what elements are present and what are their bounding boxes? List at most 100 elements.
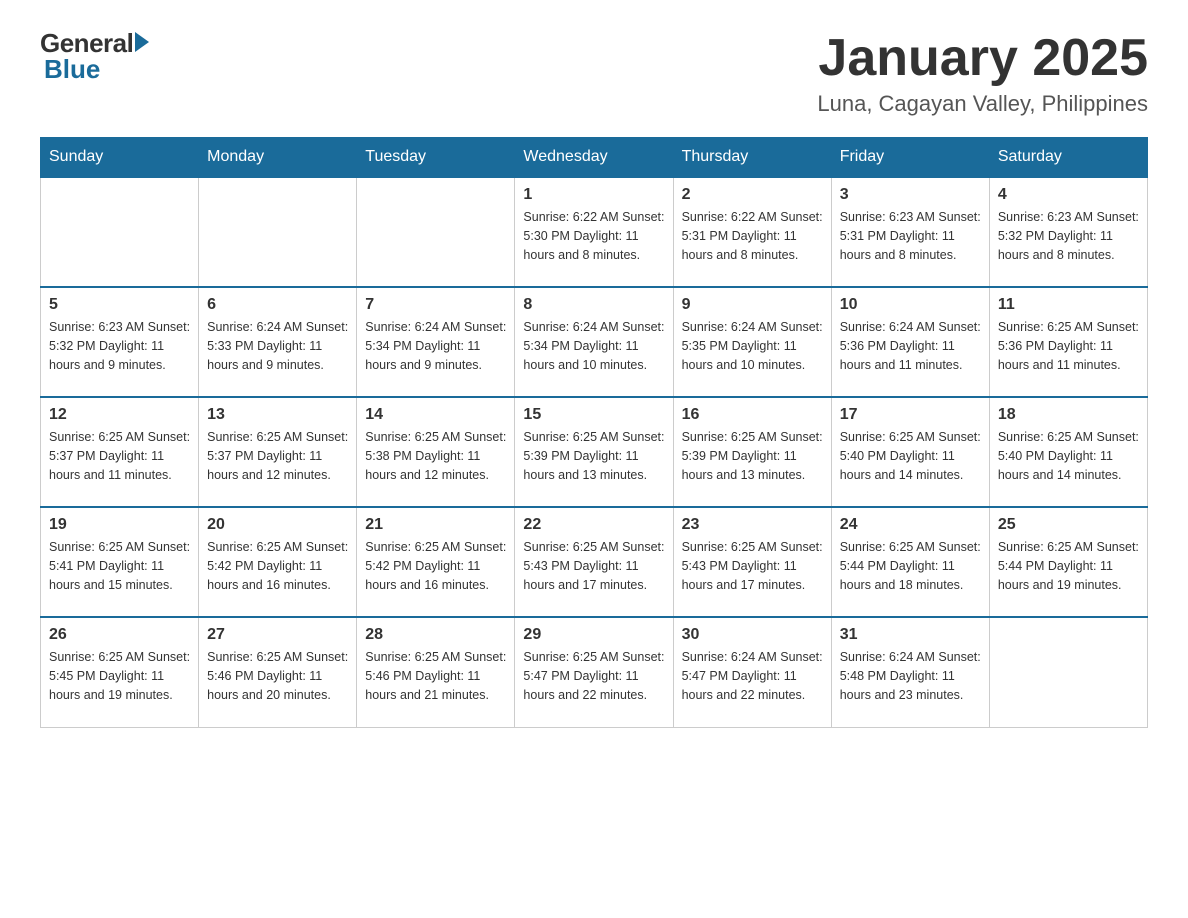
calendar-day-cell xyxy=(199,177,357,287)
calendar-day-cell: 24 Sunrise: 6:25 AM Sunset: 5:44 PM Dayli… xyxy=(831,507,989,617)
day-info: Sunrise: 6:24 AM Sunset: 5:47 PM Dayligh… xyxy=(682,648,823,704)
day-info: Sunrise: 6:24 AM Sunset: 5:36 PM Dayligh… xyxy=(840,318,981,374)
day-number: 14 xyxy=(365,406,506,424)
calendar-day-cell: 13 Sunrise: 6:25 AM Sunset: 5:37 PM Dayli… xyxy=(199,397,357,507)
calendar-day-cell xyxy=(41,177,199,287)
calendar-day-cell: 16 Sunrise: 6:25 AM Sunset: 5:39 PM Dayli… xyxy=(673,397,831,507)
calendar-day-cell: 1 Sunrise: 6:22 AM Sunset: 5:30 PM Daylig… xyxy=(515,177,673,287)
day-number: 8 xyxy=(523,296,664,314)
calendar-day-cell: 23 Sunrise: 6:25 AM Sunset: 5:43 PM Dayli… xyxy=(673,507,831,617)
calendar-day-cell: 4Sunrise: 6:23 AM Sunset: 5:32 PM Daylig… xyxy=(989,177,1147,287)
logo-triangle-icon xyxy=(135,32,149,52)
day-info: Sunrise: 6:24 AM Sunset: 5:34 PM Dayligh… xyxy=(523,318,664,374)
day-info: Sunrise: 6:25 AM Sunset: 5:41 PM Dayligh… xyxy=(49,538,190,594)
day-info: Sunrise: 6:25 AM Sunset: 5:43 PM Dayligh… xyxy=(523,538,664,594)
day-of-week-header: Sunday xyxy=(41,138,199,178)
day-number: 25 xyxy=(998,516,1139,534)
day-info: Sunrise: 6:25 AM Sunset: 5:40 PM Dayligh… xyxy=(840,428,981,484)
day-number: 7 xyxy=(365,296,506,314)
day-info: Sunrise: 6:25 AM Sunset: 5:43 PM Dayligh… xyxy=(682,538,823,594)
calendar-day-cell: 15 Sunrise: 6:25 AM Sunset: 5:39 PM Dayli… xyxy=(515,397,673,507)
calendar-day-cell: 2Sunrise: 6:22 AM Sunset: 5:31 PM Daylig… xyxy=(673,177,831,287)
day-info: Sunrise: 6:24 AM Sunset: 5:33 PM Dayligh… xyxy=(207,318,348,374)
day-info: Sunrise: 6:25 AM Sunset: 5:44 PM Dayligh… xyxy=(840,538,981,594)
day-of-week-header: Tuesday xyxy=(357,138,515,178)
calendar-day-cell: 10 Sunrise: 6:24 AM Sunset: 5:36 PM Dayli… xyxy=(831,287,989,397)
title-section: January 2025 Luna, Cagayan Valley, Phili… xyxy=(817,30,1148,117)
day-of-week-header: Saturday xyxy=(989,138,1147,178)
day-number: 4 xyxy=(998,186,1139,204)
day-number: 6 xyxy=(207,296,348,314)
day-number: 10 xyxy=(840,296,981,314)
calendar-day-cell: 21Sunrise: 6:25 AM Sunset: 5:42 PM Dayli… xyxy=(357,507,515,617)
day-number: 20 xyxy=(207,516,348,534)
day-number: 30 xyxy=(682,626,823,644)
calendar-day-cell: 17 Sunrise: 6:25 AM Sunset: 5:40 PM Dayli… xyxy=(831,397,989,507)
calendar-header-row: SundayMondayTuesdayWednesdayThursdayFrid… xyxy=(41,138,1148,178)
calendar-week-row: 12 Sunrise: 6:25 AM Sunset: 5:37 PM Dayli… xyxy=(41,397,1148,507)
calendar-day-cell: 31Sunrise: 6:24 AM Sunset: 5:48 PM Dayli… xyxy=(831,617,989,727)
day-number: 19 xyxy=(49,516,190,534)
calendar-table: SundayMondayTuesdayWednesdayThursdayFrid… xyxy=(40,137,1148,728)
logo-general-text: General xyxy=(40,30,133,56)
calendar-day-cell: 22 Sunrise: 6:25 AM Sunset: 5:43 PM Dayli… xyxy=(515,507,673,617)
calendar-week-row: 5 Sunrise: 6:23 AM Sunset: 5:32 PM Daylig… xyxy=(41,287,1148,397)
calendar-day-cell: 27Sunrise: 6:25 AM Sunset: 5:46 PM Dayli… xyxy=(199,617,357,727)
day-number: 12 xyxy=(49,406,190,424)
day-of-week-header: Friday xyxy=(831,138,989,178)
day-info: Sunrise: 6:25 AM Sunset: 5:37 PM Dayligh… xyxy=(49,428,190,484)
page-header: General Blue January 2025 Luna, Cagayan … xyxy=(40,30,1148,117)
day-number: 2 xyxy=(682,186,823,204)
calendar-week-row: 1 Sunrise: 6:22 AM Sunset: 5:30 PM Daylig… xyxy=(41,177,1148,287)
calendar-day-cell: 9Sunrise: 6:24 AM Sunset: 5:35 PM Daylig… xyxy=(673,287,831,397)
day-info: Sunrise: 6:24 AM Sunset: 5:34 PM Dayligh… xyxy=(365,318,506,374)
calendar-week-row: 26 Sunrise: 6:25 AM Sunset: 5:45 PM Dayli… xyxy=(41,617,1148,727)
calendar-day-cell: 3Sunrise: 6:23 AM Sunset: 5:31 PM Daylig… xyxy=(831,177,989,287)
calendar-day-cell: 30 Sunrise: 6:24 AM Sunset: 5:47 PM Dayli… xyxy=(673,617,831,727)
calendar-day-cell: 11 Sunrise: 6:25 AM Sunset: 5:36 PM Dayli… xyxy=(989,287,1147,397)
calendar-day-cell: 25Sunrise: 6:25 AM Sunset: 5:44 PM Dayli… xyxy=(989,507,1147,617)
day-number: 3 xyxy=(840,186,981,204)
calendar-day-cell xyxy=(989,617,1147,727)
day-number: 22 xyxy=(523,516,664,534)
day-of-week-header: Thursday xyxy=(673,138,831,178)
logo: General Blue xyxy=(40,30,149,82)
logo-blue-text: Blue xyxy=(44,56,100,82)
calendar-day-cell: 6 Sunrise: 6:24 AM Sunset: 5:33 PM Daylig… xyxy=(199,287,357,397)
day-number: 17 xyxy=(840,406,981,424)
day-info: Sunrise: 6:25 AM Sunset: 5:45 PM Dayligh… xyxy=(49,648,190,704)
day-info: Sunrise: 6:25 AM Sunset: 5:38 PM Dayligh… xyxy=(365,428,506,484)
day-info: Sunrise: 6:25 AM Sunset: 5:37 PM Dayligh… xyxy=(207,428,348,484)
day-of-week-header: Wednesday xyxy=(515,138,673,178)
day-of-week-header: Monday xyxy=(199,138,357,178)
calendar-day-cell: 28 Sunrise: 6:25 AM Sunset: 5:46 PM Dayli… xyxy=(357,617,515,727)
calendar-day-cell: 7 Sunrise: 6:24 AM Sunset: 5:34 PM Daylig… xyxy=(357,287,515,397)
day-info: Sunrise: 6:22 AM Sunset: 5:30 PM Dayligh… xyxy=(523,208,664,264)
day-number: 11 xyxy=(998,296,1139,314)
day-number: 24 xyxy=(840,516,981,534)
calendar-day-cell xyxy=(357,177,515,287)
day-info: Sunrise: 6:25 AM Sunset: 5:39 PM Dayligh… xyxy=(682,428,823,484)
day-number: 5 xyxy=(49,296,190,314)
day-info: Sunrise: 6:25 AM Sunset: 5:42 PM Dayligh… xyxy=(207,538,348,594)
calendar-day-cell: 26 Sunrise: 6:25 AM Sunset: 5:45 PM Dayli… xyxy=(41,617,199,727)
day-number: 23 xyxy=(682,516,823,534)
day-number: 26 xyxy=(49,626,190,644)
day-info: Sunrise: 6:25 AM Sunset: 5:46 PM Dayligh… xyxy=(365,648,506,704)
calendar-day-cell: 29Sunrise: 6:25 AM Sunset: 5:47 PM Dayli… xyxy=(515,617,673,727)
calendar-day-cell: 20 Sunrise: 6:25 AM Sunset: 5:42 PM Dayli… xyxy=(199,507,357,617)
calendar-day-cell: 8 Sunrise: 6:24 AM Sunset: 5:34 PM Daylig… xyxy=(515,287,673,397)
day-info: Sunrise: 6:25 AM Sunset: 5:36 PM Dayligh… xyxy=(998,318,1139,374)
day-info: Sunrise: 6:24 AM Sunset: 5:48 PM Dayligh… xyxy=(840,648,981,704)
day-number: 13 xyxy=(207,406,348,424)
day-info: Sunrise: 6:25 AM Sunset: 5:46 PM Dayligh… xyxy=(207,648,348,704)
calendar-day-cell: 5 Sunrise: 6:23 AM Sunset: 5:32 PM Daylig… xyxy=(41,287,199,397)
day-info: Sunrise: 6:25 AM Sunset: 5:39 PM Dayligh… xyxy=(523,428,664,484)
day-info: Sunrise: 6:23 AM Sunset: 5:32 PM Dayligh… xyxy=(49,318,190,374)
day-number: 15 xyxy=(523,406,664,424)
day-number: 1 xyxy=(523,186,664,204)
day-number: 16 xyxy=(682,406,823,424)
calendar-day-cell: 18Sunrise: 6:25 AM Sunset: 5:40 PM Dayli… xyxy=(989,397,1147,507)
day-info: Sunrise: 6:24 AM Sunset: 5:35 PM Dayligh… xyxy=(682,318,823,374)
day-number: 28 xyxy=(365,626,506,644)
